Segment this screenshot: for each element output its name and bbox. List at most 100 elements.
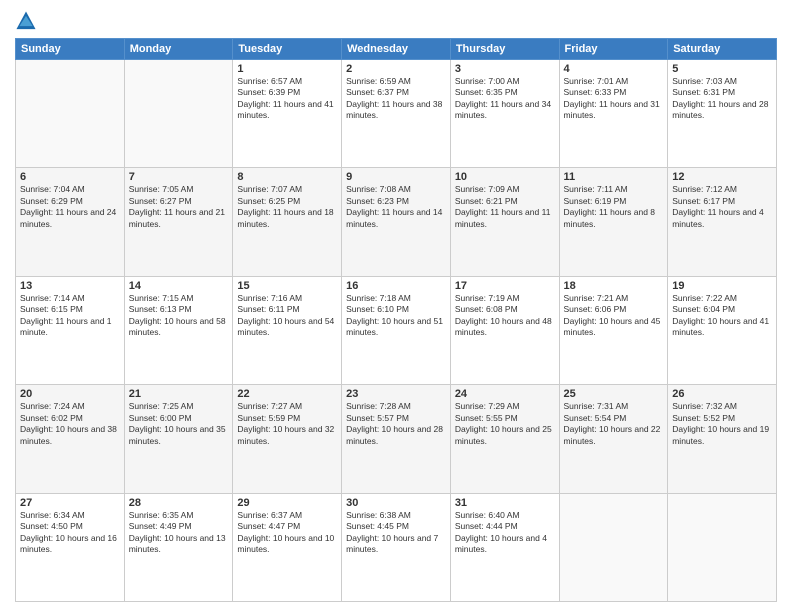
calendar-cell: 15Sunrise: 7:16 AM Sunset: 6:11 PM Dayli… [233,276,342,384]
day-info: Sunrise: 6:38 AM Sunset: 4:45 PM Dayligh… [346,510,446,556]
calendar-cell: 27Sunrise: 6:34 AM Sunset: 4:50 PM Dayli… [16,493,125,601]
day-info: Sunrise: 7:03 AM Sunset: 6:31 PM Dayligh… [672,76,772,122]
day-info: Sunrise: 7:27 AM Sunset: 5:59 PM Dayligh… [237,401,337,447]
day-number: 25 [564,388,664,400]
day-number: 30 [346,497,446,509]
page: SundayMondayTuesdayWednesdayThursdayFrid… [0,0,792,612]
calendar-cell: 8Sunrise: 7:07 AM Sunset: 6:25 PM Daylig… [233,168,342,276]
day-number: 24 [455,388,555,400]
day-number: 27 [20,497,120,509]
calendar-cell: 7Sunrise: 7:05 AM Sunset: 6:27 PM Daylig… [124,168,233,276]
calendar-cell: 26Sunrise: 7:32 AM Sunset: 5:52 PM Dayli… [668,385,777,493]
day-number: 15 [237,280,337,292]
weekday-header-saturday: Saturday [668,39,777,60]
calendar-cell: 23Sunrise: 7:28 AM Sunset: 5:57 PM Dayli… [342,385,451,493]
day-number: 16 [346,280,446,292]
day-info: Sunrise: 7:19 AM Sunset: 6:08 PM Dayligh… [455,293,555,339]
calendar-cell: 25Sunrise: 7:31 AM Sunset: 5:54 PM Dayli… [559,385,668,493]
calendar-cell: 11Sunrise: 7:11 AM Sunset: 6:19 PM Dayli… [559,168,668,276]
day-number: 20 [20,388,120,400]
calendar-cell: 22Sunrise: 7:27 AM Sunset: 5:59 PM Dayli… [233,385,342,493]
calendar-cell: 28Sunrise: 6:35 AM Sunset: 4:49 PM Dayli… [124,493,233,601]
day-number: 9 [346,171,446,183]
day-info: Sunrise: 6:35 AM Sunset: 4:49 PM Dayligh… [129,510,229,556]
calendar-cell [668,493,777,601]
day-number: 22 [237,388,337,400]
calendar-week-4: 20Sunrise: 7:24 AM Sunset: 6:02 PM Dayli… [16,385,777,493]
calendar-cell: 17Sunrise: 7:19 AM Sunset: 6:08 PM Dayli… [450,276,559,384]
day-number: 17 [455,280,555,292]
calendar-cell: 13Sunrise: 7:14 AM Sunset: 6:15 PM Dayli… [16,276,125,384]
calendar-cell: 18Sunrise: 7:21 AM Sunset: 6:06 PM Dayli… [559,276,668,384]
day-number: 29 [237,497,337,509]
calendar-cell [16,60,125,168]
day-info: Sunrise: 7:21 AM Sunset: 6:06 PM Dayligh… [564,293,664,339]
calendar-header: SundayMondayTuesdayWednesdayThursdayFrid… [16,39,777,60]
logo [15,10,40,32]
day-info: Sunrise: 7:29 AM Sunset: 5:55 PM Dayligh… [455,401,555,447]
day-number: 4 [564,63,664,75]
day-info: Sunrise: 7:28 AM Sunset: 5:57 PM Dayligh… [346,401,446,447]
weekday-header-wednesday: Wednesday [342,39,451,60]
day-info: Sunrise: 6:37 AM Sunset: 4:47 PM Dayligh… [237,510,337,556]
calendar-week-5: 27Sunrise: 6:34 AM Sunset: 4:50 PM Dayli… [16,493,777,601]
calendar-cell: 5Sunrise: 7:03 AM Sunset: 6:31 PM Daylig… [668,60,777,168]
day-number: 23 [346,388,446,400]
calendar-cell: 3Sunrise: 7:00 AM Sunset: 6:35 PM Daylig… [450,60,559,168]
calendar-cell: 14Sunrise: 7:15 AM Sunset: 6:13 PM Dayli… [124,276,233,384]
day-info: Sunrise: 7:32 AM Sunset: 5:52 PM Dayligh… [672,401,772,447]
calendar-cell: 29Sunrise: 6:37 AM Sunset: 4:47 PM Dayli… [233,493,342,601]
weekday-header-friday: Friday [559,39,668,60]
day-number: 10 [455,171,555,183]
day-number: 14 [129,280,229,292]
calendar-cell: 9Sunrise: 7:08 AM Sunset: 6:23 PM Daylig… [342,168,451,276]
day-info: Sunrise: 6:40 AM Sunset: 4:44 PM Dayligh… [455,510,555,556]
calendar-cell: 31Sunrise: 6:40 AM Sunset: 4:44 PM Dayli… [450,493,559,601]
calendar-week-1: 1Sunrise: 6:57 AM Sunset: 6:39 PM Daylig… [16,60,777,168]
weekday-header-tuesday: Tuesday [233,39,342,60]
day-info: Sunrise: 7:25 AM Sunset: 6:00 PM Dayligh… [129,401,229,447]
day-info: Sunrise: 7:22 AM Sunset: 6:04 PM Dayligh… [672,293,772,339]
day-info: Sunrise: 7:07 AM Sunset: 6:25 PM Dayligh… [237,184,337,230]
day-info: Sunrise: 7:00 AM Sunset: 6:35 PM Dayligh… [455,76,555,122]
day-number: 12 [672,171,772,183]
day-info: Sunrise: 6:34 AM Sunset: 4:50 PM Dayligh… [20,510,120,556]
calendar-cell: 21Sunrise: 7:25 AM Sunset: 6:00 PM Dayli… [124,385,233,493]
day-number: 7 [129,171,229,183]
calendar-cell: 4Sunrise: 7:01 AM Sunset: 6:33 PM Daylig… [559,60,668,168]
calendar-cell: 19Sunrise: 7:22 AM Sunset: 6:04 PM Dayli… [668,276,777,384]
calendar-cell: 1Sunrise: 6:57 AM Sunset: 6:39 PM Daylig… [233,60,342,168]
day-number: 31 [455,497,555,509]
day-info: Sunrise: 7:12 AM Sunset: 6:17 PM Dayligh… [672,184,772,230]
day-number: 28 [129,497,229,509]
day-number: 21 [129,388,229,400]
calendar-cell [559,493,668,601]
day-number: 18 [564,280,664,292]
logo-icon [15,10,37,32]
day-number: 1 [237,63,337,75]
day-info: Sunrise: 7:16 AM Sunset: 6:11 PM Dayligh… [237,293,337,339]
day-info: Sunrise: 7:09 AM Sunset: 6:21 PM Dayligh… [455,184,555,230]
weekday-header-sunday: Sunday [16,39,125,60]
day-number: 11 [564,171,664,183]
day-number: 26 [672,388,772,400]
day-info: Sunrise: 7:24 AM Sunset: 6:02 PM Dayligh… [20,401,120,447]
day-info: Sunrise: 6:57 AM Sunset: 6:39 PM Dayligh… [237,76,337,122]
day-info: Sunrise: 7:11 AM Sunset: 6:19 PM Dayligh… [564,184,664,230]
calendar-cell: 6Sunrise: 7:04 AM Sunset: 6:29 PM Daylig… [16,168,125,276]
calendar-cell: 12Sunrise: 7:12 AM Sunset: 6:17 PM Dayli… [668,168,777,276]
day-number: 3 [455,63,555,75]
calendar-cell: 10Sunrise: 7:09 AM Sunset: 6:21 PM Dayli… [450,168,559,276]
day-number: 2 [346,63,446,75]
calendar-cell: 24Sunrise: 7:29 AM Sunset: 5:55 PM Dayli… [450,385,559,493]
day-info: Sunrise: 7:04 AM Sunset: 6:29 PM Dayligh… [20,184,120,230]
header [15,10,777,32]
calendar-cell: 2Sunrise: 6:59 AM Sunset: 6:37 PM Daylig… [342,60,451,168]
weekday-row: SundayMondayTuesdayWednesdayThursdayFrid… [16,39,777,60]
day-info: Sunrise: 7:01 AM Sunset: 6:33 PM Dayligh… [564,76,664,122]
weekday-header-thursday: Thursday [450,39,559,60]
day-info: Sunrise: 7:14 AM Sunset: 6:15 PM Dayligh… [20,293,120,339]
calendar-table: SundayMondayTuesdayWednesdayThursdayFrid… [15,38,777,602]
calendar-cell: 30Sunrise: 6:38 AM Sunset: 4:45 PM Dayli… [342,493,451,601]
day-info: Sunrise: 7:05 AM Sunset: 6:27 PM Dayligh… [129,184,229,230]
